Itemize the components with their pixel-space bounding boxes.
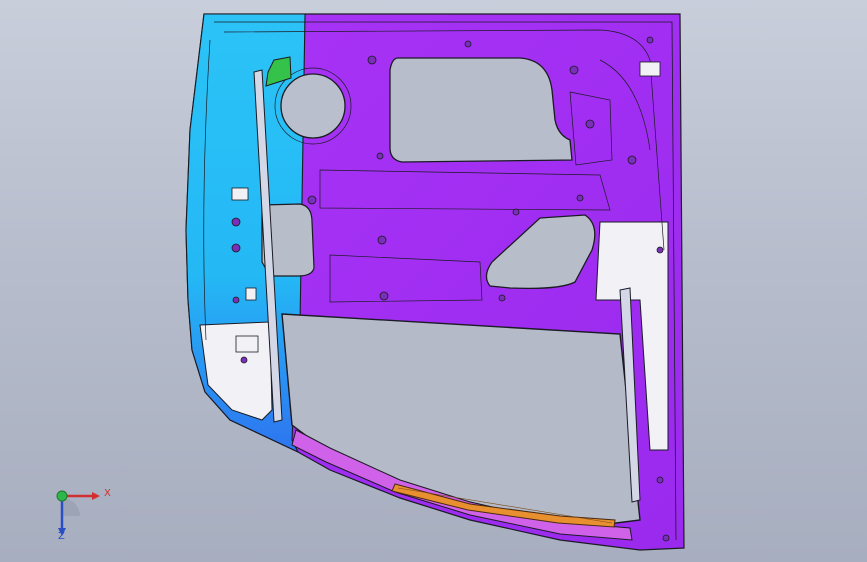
x-axis-label: X (104, 488, 111, 499)
speaker-hole (280, 73, 346, 139)
upper-opening-large (389, 57, 573, 163)
door-panel-model[interactable] (0, 0, 867, 562)
z-axis-label: Z (58, 531, 65, 542)
graphics-viewport[interactable]: X Z (0, 0, 867, 562)
lower-opening (281, 313, 641, 526)
